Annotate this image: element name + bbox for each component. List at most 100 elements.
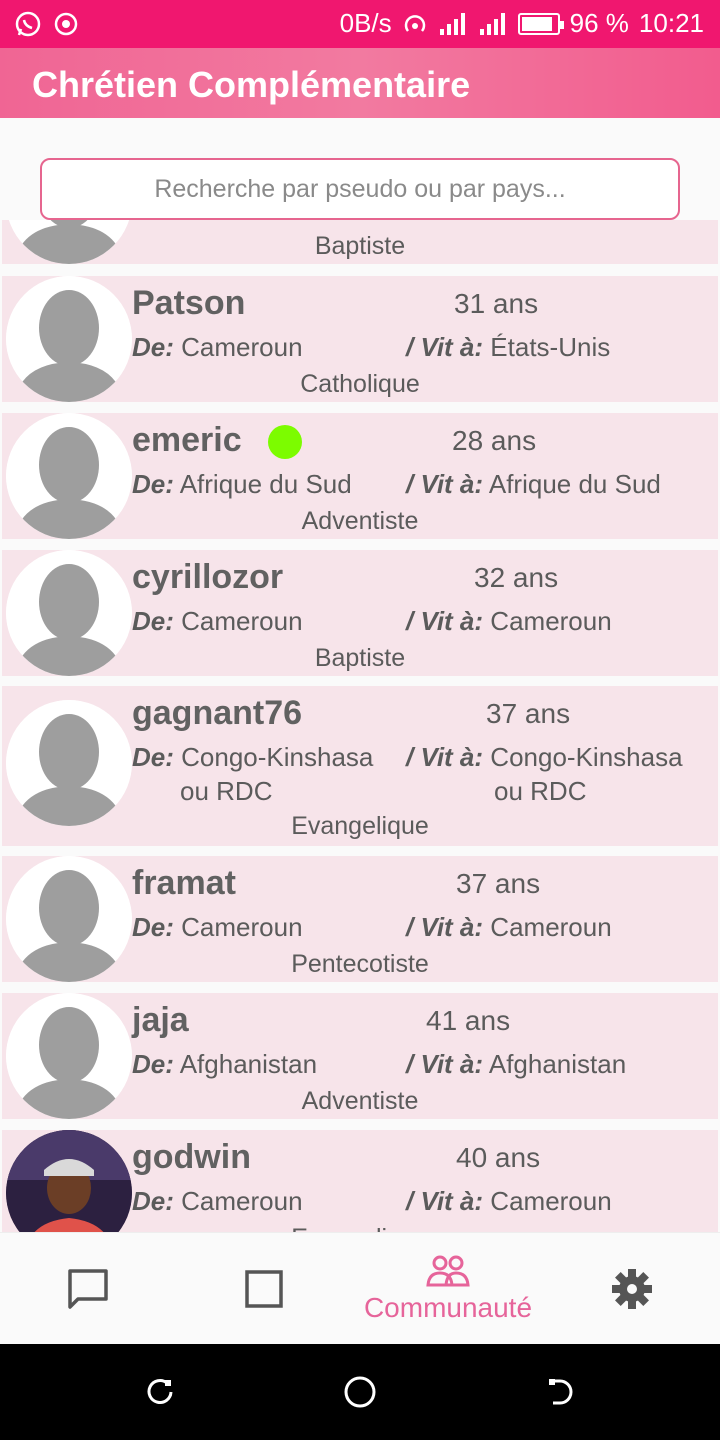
residence-country: / Vit à: Cameroun xyxy=(406,604,612,638)
lives-label: / Vit à: xyxy=(406,332,484,362)
from-label: De: xyxy=(132,332,174,362)
denomination-text: Adventiste xyxy=(301,1087,419,1115)
back-icon[interactable] xyxy=(545,1377,575,1407)
lives-label: / Vit à: xyxy=(406,1186,484,1216)
profile-list[interactable]: Baptiste Patson 31 ans De: Cameroun / Vi… xyxy=(0,220,720,1232)
profile-age: 32 ans xyxy=(474,562,559,593)
nav-messages[interactable] xyxy=(48,1233,128,1345)
profile-name: framat xyxy=(132,864,236,902)
origin-country: De: Afghanistan xyxy=(132,1047,317,1081)
from-label: De: xyxy=(132,469,174,499)
profile-age: 37 ans xyxy=(456,868,541,899)
nav-community-label: Communauté xyxy=(363,1292,533,1323)
residence-value: Cameroun xyxy=(490,606,612,636)
nav-feed[interactable] xyxy=(224,1233,304,1345)
profile-card[interactable]: gagnant76 37 ans De: Congo-Kinshasa ou RD… xyxy=(2,686,718,846)
network-speed: 0B/s xyxy=(339,8,392,38)
status-indicators: 0B/s 96 % 10:21 xyxy=(340,8,704,39)
search-box[interactable] xyxy=(40,158,680,220)
origin-value: Cameroun xyxy=(181,606,303,636)
from-label: De: xyxy=(132,1186,174,1216)
search-input[interactable] xyxy=(42,160,678,218)
profile-age: 28 ans xyxy=(452,425,537,456)
profile-card[interactable]: emeric 28 ans De: Afrique du Sud / Vit à… xyxy=(2,413,718,539)
radio-icon xyxy=(54,12,78,36)
origin-value: Cameroun xyxy=(181,1186,303,1216)
profile-name: emeric xyxy=(132,421,242,459)
profile-card[interactable]: Patson 31 ans De: Cameroun / Vit à: État… xyxy=(2,276,718,402)
profile-age: 37 ans xyxy=(486,698,571,729)
residence-country: / Vit à: Afrique du Sud xyxy=(406,467,661,501)
denomination-text: Catholique xyxy=(300,370,420,398)
lives-label: / Vit à: xyxy=(406,606,484,636)
lives-label: / Vit à: xyxy=(406,469,484,499)
from-label: De: xyxy=(132,912,174,942)
profile-name: Patson xyxy=(132,284,246,322)
status-bar: 0B/s 96 % 10:21 xyxy=(0,0,720,48)
lives-label: / Vit à: xyxy=(406,1049,484,1079)
battery-icon xyxy=(517,12,564,35)
origin-country: De: Cameroun xyxy=(132,604,303,638)
profile-name: jaja xyxy=(132,1001,189,1039)
nav-settings[interactable] xyxy=(592,1233,672,1345)
whatsapp-icon xyxy=(15,11,41,37)
profile-age: 40 ans xyxy=(456,1142,541,1173)
origin-country: De: Afrique du Sud xyxy=(132,467,352,501)
origin-country: De: Cameroun xyxy=(132,1184,303,1218)
square-icon xyxy=(245,1270,283,1308)
profile-age: 41 ans xyxy=(426,1005,511,1036)
battery-percent: 96 % xyxy=(569,8,629,38)
home-icon[interactable] xyxy=(343,1375,377,1409)
avatar xyxy=(6,700,132,826)
recents-icon[interactable] xyxy=(145,1377,175,1407)
bottom-nav: Communauté xyxy=(0,1232,720,1344)
origin-country: De: Cameroun xyxy=(132,330,303,364)
app-bar: Chrétien Complémentaire xyxy=(0,48,720,118)
denomination-text: Evangelique xyxy=(2,1224,718,1232)
lives-label: / Vit à: xyxy=(406,912,484,942)
profile-card[interactable]: godwin 40 ans De: Cameroun / Vit à: Came… xyxy=(2,1130,718,1232)
denomination-text: Baptiste xyxy=(314,232,406,260)
clock: 10:21 xyxy=(638,8,704,38)
profile-name: gagnant76 xyxy=(132,694,303,732)
profile-card-partial[interactable]: Baptiste xyxy=(2,220,718,264)
gear-icon xyxy=(612,1269,652,1309)
denomination-text: Adventiste xyxy=(301,507,419,535)
denomination-text: Evangelique xyxy=(291,812,429,840)
origin-value: Cameroun xyxy=(181,912,303,942)
profile-card[interactable]: jaja 41 ans De: Afghanistan / Vit à: Afg… xyxy=(2,993,718,1119)
profile-card[interactable]: cyrillozor 32 ans De: Cameroun / Vit à: … xyxy=(2,550,718,676)
residence-value: Cameroun xyxy=(490,912,612,942)
chat-icon xyxy=(68,1269,108,1309)
residence-value: Afrique du Sud xyxy=(488,469,661,499)
denomination-text: Baptiste xyxy=(314,644,406,672)
denomination-text: Pentecotiste xyxy=(291,950,429,978)
nav-community[interactable]: Communauté xyxy=(344,1233,552,1345)
origin-value: Afrique du Sud xyxy=(179,469,352,499)
system-nav-bar xyxy=(0,1344,720,1440)
online-status-indicator xyxy=(268,425,302,459)
community-content[interactable]: Baptiste Patson 31 ans De: Cameroun / Vi… xyxy=(0,118,720,1232)
profile-card[interactable]: framat 37 ans De: Cameroun / Vit à: Came… xyxy=(2,856,718,982)
origin-country: De: Cameroun xyxy=(132,910,303,944)
origin-value: Afghanistan xyxy=(179,1049,318,1079)
community-icon xyxy=(426,1255,470,1287)
profile-name: godwin xyxy=(132,1138,251,1176)
from-label: De: xyxy=(132,742,174,772)
residence-country: / Vit à: Afghanistan xyxy=(406,1047,626,1081)
hotspot-icon xyxy=(404,14,425,32)
residence-value: Congo-Kinshasa xyxy=(490,742,683,772)
residence-value: Afghanistan xyxy=(488,1049,627,1079)
profile-name: cyrillozor xyxy=(132,558,284,596)
signal-icon xyxy=(439,12,465,35)
residence-country: / Vit à: États-Unis xyxy=(406,330,610,364)
signal-icon-2 xyxy=(479,12,505,35)
origin-value: Congo-Kinshasa xyxy=(181,742,374,772)
notification-icons xyxy=(14,10,80,38)
residence-value: États-Unis xyxy=(490,332,611,362)
lives-label: / Vit à: xyxy=(406,742,484,772)
residence-country: / Vit à: Congo-Kinshasa ou RDC xyxy=(406,740,683,808)
origin-value-cont: ou RDC xyxy=(180,776,273,806)
origin-country: De: Congo-Kinshasa ou RDC xyxy=(132,740,373,808)
origin-value: Cameroun xyxy=(181,332,303,362)
